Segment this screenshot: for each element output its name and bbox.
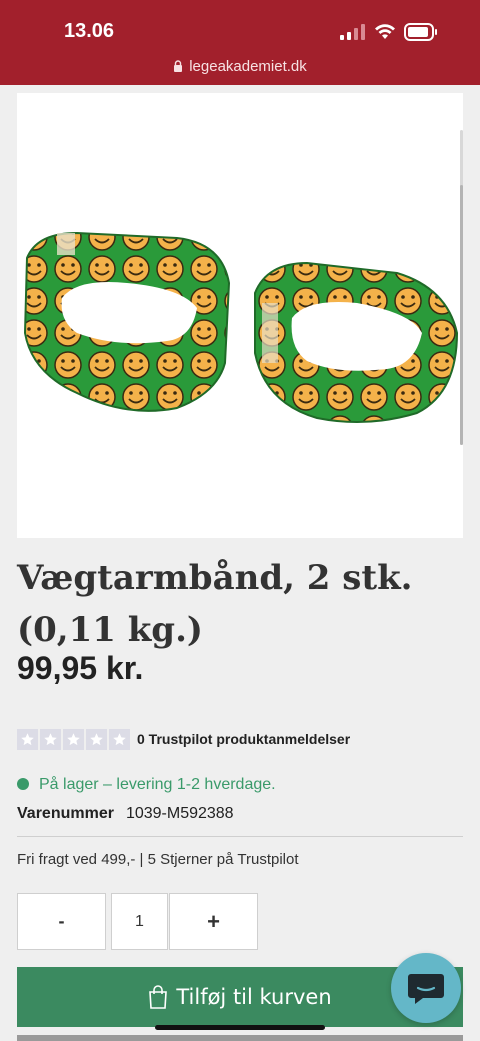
next-section-edge xyxy=(17,1035,463,1041)
add-to-cart-label: Tilføj til kurven xyxy=(176,985,332,1009)
wifi-icon xyxy=(375,24,395,39)
stock-status: På lager – levering 1-2 hverdage. xyxy=(17,776,276,794)
divider xyxy=(17,836,463,837)
lock-icon xyxy=(174,60,183,72)
star-icon xyxy=(109,729,130,750)
star-icon xyxy=(86,729,107,750)
page-scrollbar-thumb[interactable] xyxy=(460,185,463,445)
star-icon xyxy=(17,729,38,750)
sku-row: Varenummer 1039-M592388 xyxy=(17,805,234,823)
status-time: 13.06 xyxy=(64,20,115,42)
quantity-decrease-button[interactable]: - xyxy=(17,893,106,950)
address-bar[interactable]: legeakademiet.dk xyxy=(0,58,480,75)
star-icon xyxy=(63,729,84,750)
url-text: legeakademiet.dk xyxy=(189,58,307,75)
product-image[interactable] xyxy=(17,93,463,538)
chat-bubble-icon xyxy=(408,974,444,1004)
shipping-info: Fri fragt ved 499,- | 5 Stjerner på Trus… xyxy=(17,851,299,868)
quantity-increase-button[interactable]: + xyxy=(169,893,258,950)
shopping-bag-icon xyxy=(149,985,168,1009)
product-price: 99,95 kr. xyxy=(17,650,144,686)
home-indicator[interactable] xyxy=(155,1025,325,1030)
star-icon xyxy=(40,729,61,750)
trustpilot-review-count[interactable]: 0 Trustpilot produktanmeldelser xyxy=(137,731,350,747)
status-bar: 13.06 legeakademiet.dk xyxy=(0,0,480,85)
chat-button[interactable] xyxy=(391,953,461,1023)
battery-icon xyxy=(404,23,437,41)
stock-text: På lager – levering 1-2 hverdage. xyxy=(39,776,276,793)
quantity-input[interactable]: 1 xyxy=(111,893,168,950)
sku-value: 1039-M592388 xyxy=(125,805,234,822)
sku-label: Varenummer xyxy=(17,805,114,822)
stock-dot-icon xyxy=(17,778,29,790)
product-title: Vægtarmbånd, 2 stk. (0,11 kg.) xyxy=(17,558,413,650)
wrist-weights-illustration xyxy=(23,231,459,423)
trustpilot-stars[interactable] xyxy=(17,729,130,750)
cellular-signal-icon xyxy=(340,24,365,40)
